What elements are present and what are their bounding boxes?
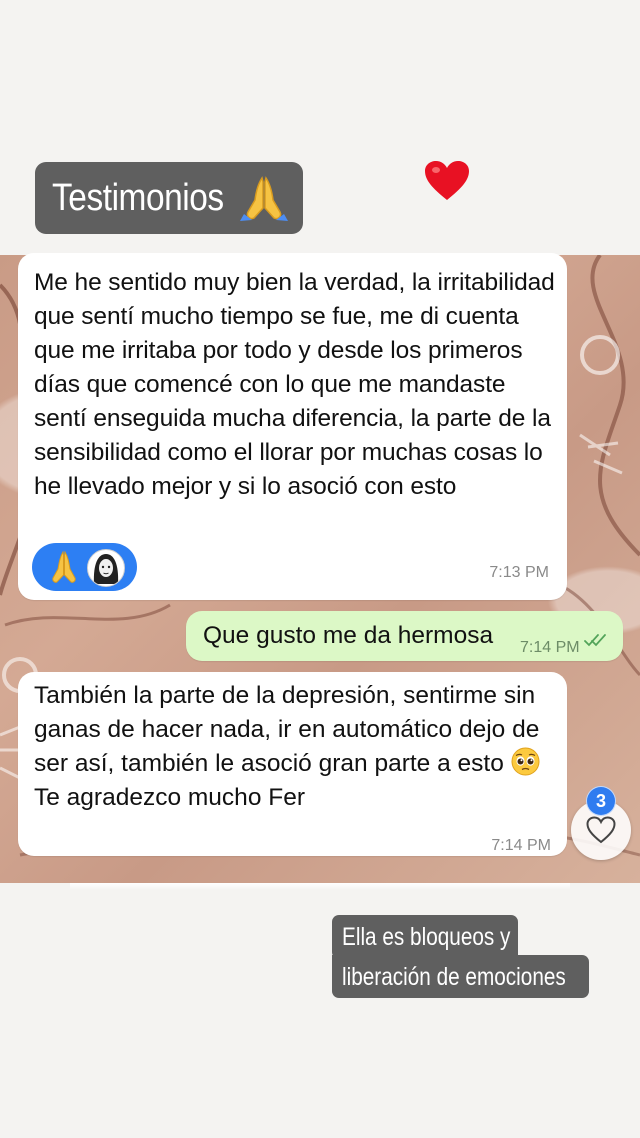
divider — [70, 883, 570, 890]
folded-hands-icon — [240, 176, 288, 221]
red-heart-icon — [425, 161, 469, 200]
page-title: Testimonios — [52, 176, 224, 219]
message-text: Que gusto me da hermosa — [203, 622, 494, 649]
caption-sticker: Ella es bloqueos y — [332, 915, 518, 959]
story-background — [0, 883, 640, 1138]
reactions-pill[interactable] — [32, 543, 137, 591]
message-time: 7:13 PM — [489, 564, 549, 581]
outgoing-message[interactable]: Que gusto me da hermosa 7:14 PM — [186, 611, 623, 661]
like-count-badge: 3 — [586, 786, 616, 816]
message-time: 7:14 PM — [491, 837, 551, 854]
avatar — [87, 549, 125, 587]
pleading-face-icon — [511, 747, 540, 776]
folded-hands-icon — [52, 550, 76, 583]
caption-line: liberación de emociones — [342, 963, 566, 991]
caption-sticker: liberación de emociones — [332, 955, 589, 998]
avatar-icon — [93, 554, 119, 584]
message-text: Me he sentido muy bien la verdad, la irr… — [34, 269, 555, 500]
message-line: También la parte de la depresión, sentir… — [34, 682, 540, 777]
message-time: 7:14 PM — [520, 639, 580, 656]
heart-outline-icon — [586, 816, 616, 844]
message-text: También la parte de la depresión, sentir… — [34, 679, 559, 815]
message-line: Te agradezco mucho Fer — [34, 784, 305, 811]
double-check-icon — [584, 634, 606, 647]
incoming-message[interactable]: También la parte de la depresión, sentir… — [18, 672, 567, 856]
caption-line: Ella es bloqueos y — [342, 923, 511, 951]
incoming-message[interactable]: Me he sentido muy bien la verdad, la irr… — [18, 253, 567, 600]
